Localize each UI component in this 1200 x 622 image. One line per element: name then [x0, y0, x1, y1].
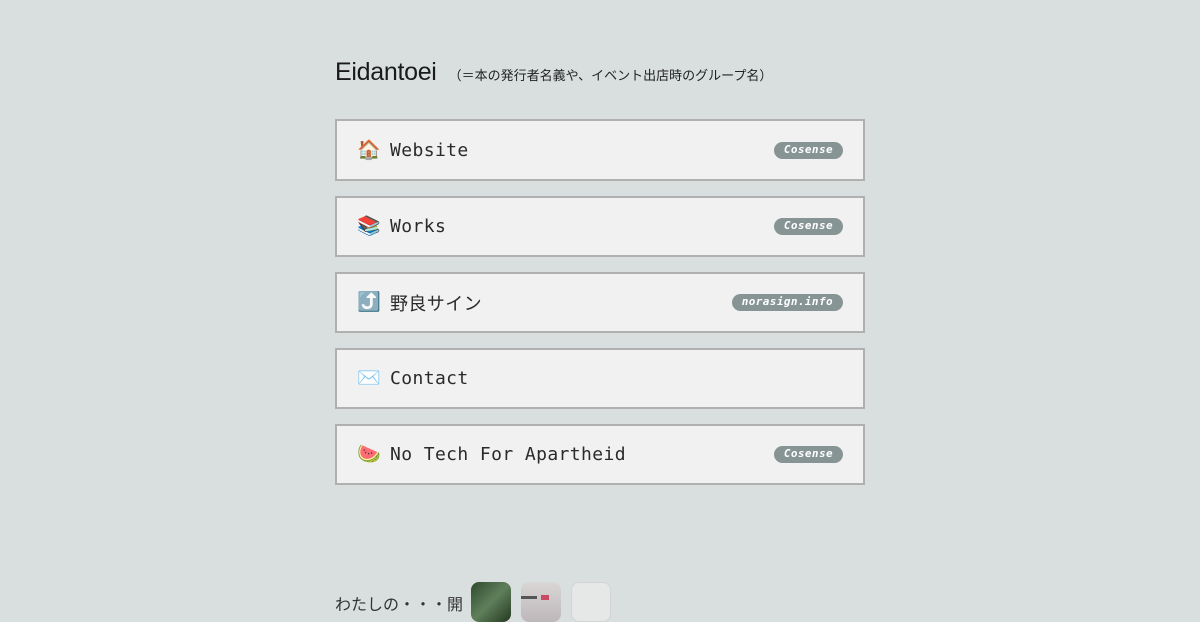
- watermelon-icon: 🍉: [357, 444, 381, 465]
- link-label: Contact: [390, 368, 469, 389]
- books-icon: 📚: [357, 216, 381, 237]
- link-label: No Tech For Apartheid: [390, 444, 626, 465]
- page-subtitle: （＝本の発行者名義や、イベント出店時のグループ名）: [448, 68, 773, 83]
- link-badge: norasign.info: [731, 294, 843, 311]
- link-badge: Cosense: [773, 141, 843, 159]
- envelope-icon: ✉️: [357, 368, 381, 389]
- link-no-tech-for-apartheid[interactable]: 🍉 No Tech For Apartheid Cosense: [335, 424, 865, 485]
- thumbnail-image[interactable]: [571, 582, 612, 622]
- thumbnail-image[interactable]: [521, 582, 562, 622]
- house-icon: 🏠: [357, 139, 381, 161]
- link-label: Website: [390, 139, 469, 161]
- link-badge: Cosense: [773, 446, 843, 463]
- link-website[interactable]: 🏠 Website Cosense: [335, 119, 865, 181]
- link-list: 🏠 Website Cosense 📚 Works Cosense ⤴️ 野良サ…: [335, 119, 865, 485]
- page-header: Eidantoei （＝本の発行者名義や、イベント出店時のグループ名）: [335, 58, 865, 94]
- link-label: 野良サイン: [390, 293, 482, 315]
- link-label: Works: [390, 216, 447, 237]
- link-badge: Cosense: [773, 218, 843, 235]
- footer-text: わたしの・・・開: [335, 595, 464, 614]
- thumbnail-image[interactable]: [471, 582, 512, 622]
- link-contact[interactable]: ✉️ Contact: [335, 348, 865, 409]
- footer: わたしの・・・開: [335, 582, 621, 622]
- arrow-up-right-icon: ⤴️: [357, 292, 381, 313]
- link-norasign[interactable]: ⤴️ 野良サイン norasign.info: [335, 272, 865, 333]
- main-container: Eidantoei （＝本の発行者名義や、イベント出店時のグループ名） 🏠 We…: [335, 58, 865, 500]
- page-title: Eidantoei: [335, 58, 437, 86]
- link-works[interactable]: 📚 Works Cosense: [335, 196, 865, 257]
